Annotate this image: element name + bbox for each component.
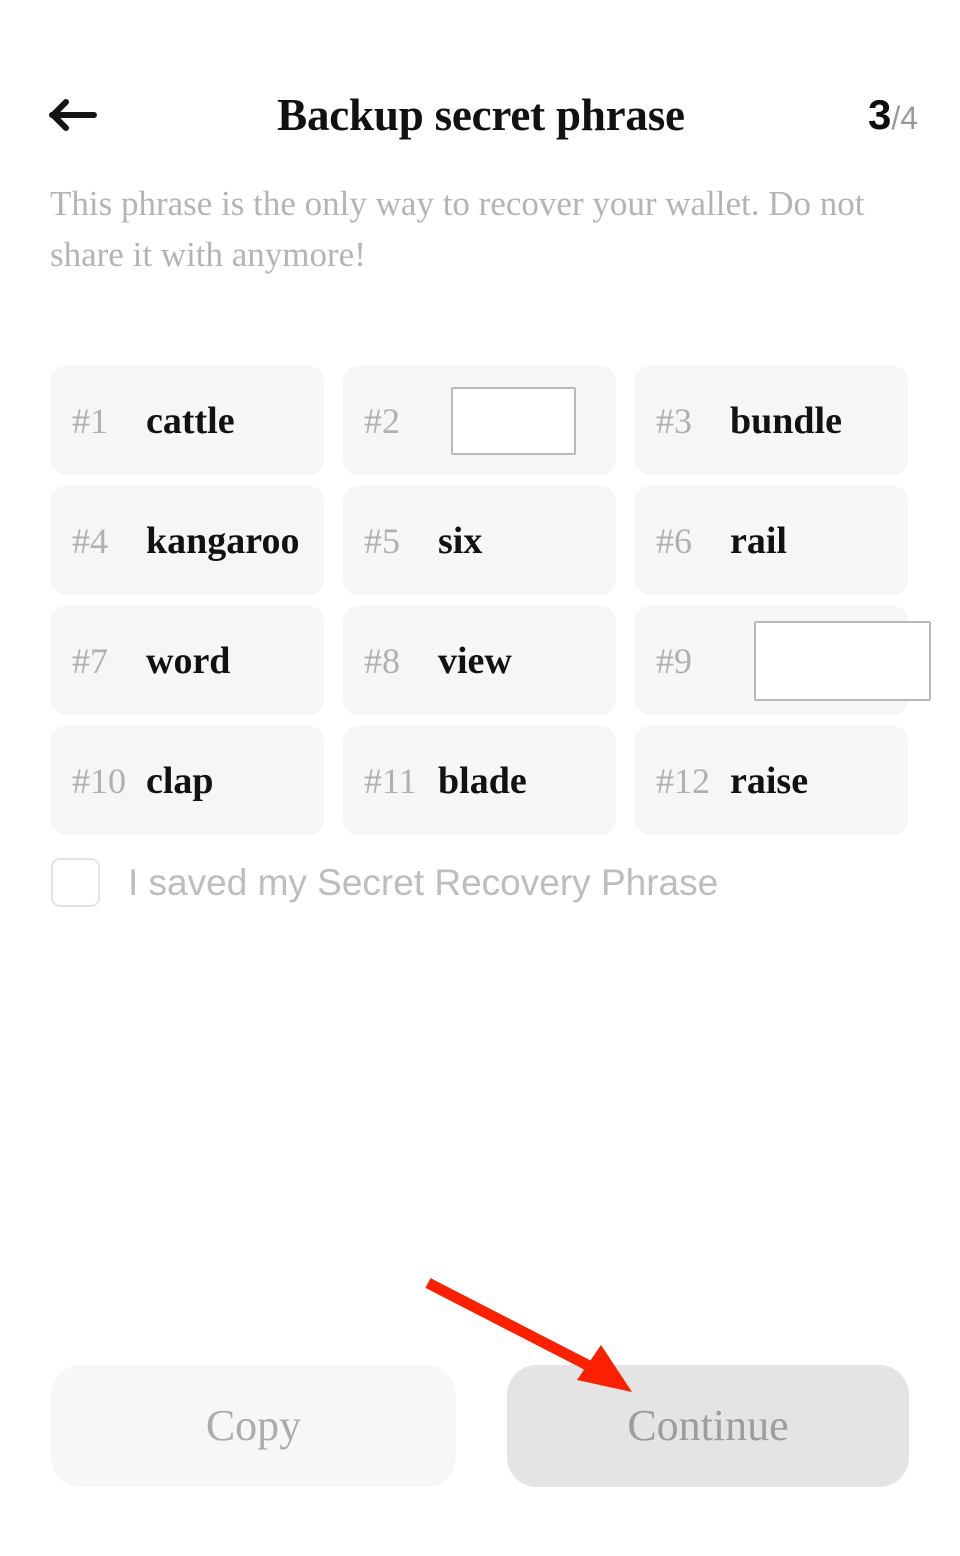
description-text: This phrase is the only way to recover y…	[50, 184, 865, 274]
seed-word-index: #3	[656, 400, 692, 441]
back-button[interactable]	[44, 86, 102, 144]
seed-word-text: rail	[730, 519, 787, 562]
seed-word-cell[interactable]: #2	[343, 366, 616, 475]
seed-word-text: raise	[730, 759, 809, 802]
saved-phrase-checkbox[interactable]	[51, 858, 100, 907]
continue-button[interactable]: Continue	[507, 1365, 909, 1487]
seed-word-text: view	[438, 639, 512, 682]
seed-word-text: kangaroo	[146, 519, 300, 562]
seed-word-cell[interactable]: #12 raise	[635, 726, 908, 835]
seed-word-index: #9	[656, 640, 692, 681]
seed-word-index: #2	[364, 400, 400, 441]
seed-word-cell[interactable]: #1 cattle	[51, 366, 324, 475]
seed-word-index: #6	[656, 520, 692, 561]
seed-word-input[interactable]	[754, 620, 931, 701]
seed-word-index: #8	[364, 640, 400, 681]
backup-secret-phrase-screen: Backup secret phrase 3/4 This phrase is …	[0, 0, 960, 1556]
copy-button[interactable]: Copy	[51, 1365, 456, 1487]
seed-word-cell[interactable]: #5 six	[343, 486, 616, 595]
header-bar: Backup secret phrase 3/4	[44, 82, 918, 148]
page-title: Backup secret phrase	[277, 89, 685, 140]
seed-word-cell[interactable]: #4 kangaroo	[51, 486, 324, 595]
seed-word-text: bundle	[730, 399, 842, 442]
saved-phrase-row[interactable]: I saved my Secret Recovery Phrase	[51, 858, 718, 907]
seed-word-text: six	[438, 519, 483, 562]
arrow-left-icon	[48, 98, 98, 132]
seed-word-input[interactable]	[451, 386, 576, 455]
seed-word-text: clap	[146, 759, 214, 802]
footer-actions: Copy Continue	[51, 1365, 909, 1487]
step-counter: 3/4	[868, 94, 918, 136]
seed-word-text: word	[146, 639, 231, 682]
step-current: 3	[867, 91, 892, 138]
step-total: /4	[891, 100, 918, 136]
seed-word-index: #11	[364, 760, 417, 801]
seed-word-index: #7	[72, 640, 108, 681]
seed-word-index: #12	[656, 760, 710, 801]
seed-word-text: cattle	[146, 399, 235, 442]
seed-word-index: #5	[364, 520, 400, 561]
seed-word-cell[interactable]: #7 word	[51, 606, 324, 715]
seed-word-index: #10	[72, 760, 126, 801]
seed-word-cell[interactable]: #11 blade	[343, 726, 616, 835]
seed-word-text: blade	[438, 759, 527, 802]
seed-word-cell[interactable]: #10 clap	[51, 726, 324, 835]
seed-word-cell[interactable]: #8 view	[343, 606, 616, 715]
seed-word-cell[interactable]: #6 rail	[635, 486, 908, 595]
seed-word-cell[interactable]: #9	[635, 606, 931, 715]
saved-phrase-label: I saved my Secret Recovery Phrase	[128, 862, 719, 903]
seed-phrase-grid: #1 cattle #2 #3 bundle #4 kangaroo #5 six #6 rail #…	[51, 366, 931, 835]
seed-word-index: #1	[72, 400, 108, 441]
seed-word-cell[interactable]: #3 bundle	[635, 366, 908, 475]
seed-word-index: #4	[72, 520, 108, 561]
